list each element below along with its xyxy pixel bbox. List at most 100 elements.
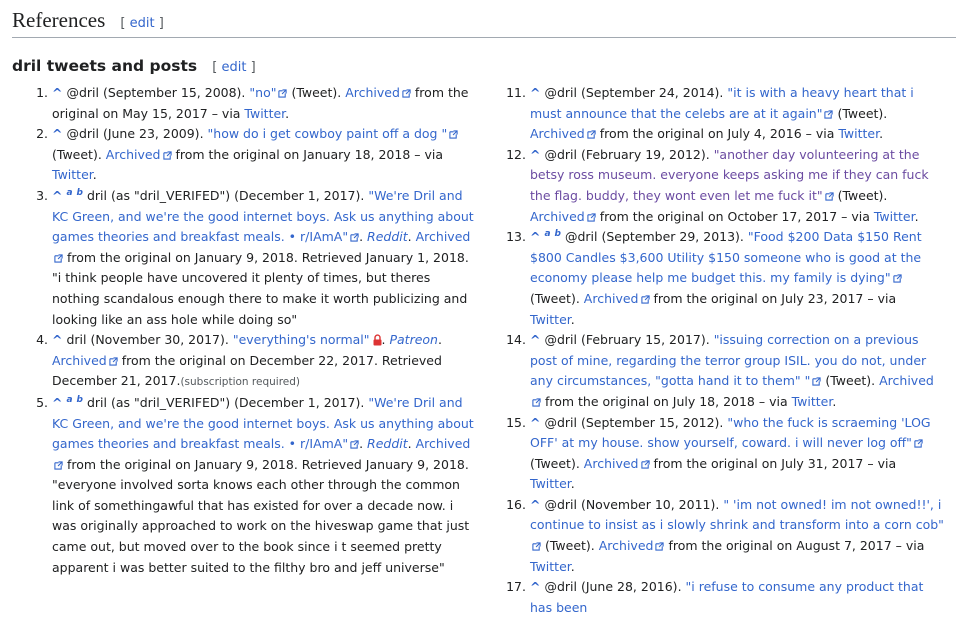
reference-number: 11. [506,85,526,100]
external-link-icon [587,130,596,139]
external-link-icon [587,212,596,222]
backlink-caret[interactable]: ^ [530,332,540,347]
citation-text: . [407,229,416,245]
citation-text: @dril (February 15, 2017). [540,332,714,348]
external-link-icon [655,542,665,551]
citation-text: from the original on October 17, 2017 – … [595,208,874,224]
backlink-caret[interactable]: ^ [52,126,62,141]
backlink-caret[interactable]: ^ [530,415,540,430]
tweet-title-link[interactable]: "no" [249,85,276,100]
citation-text: from the original on July 23, 2017 – via [649,290,897,306]
citation-text: . [437,332,442,348]
archived-link[interactable]: Archived [599,538,654,553]
page: References [ edit ] dril tweets and post… [0,0,978,615]
backlink-caret[interactable]: ^ [530,85,540,100]
external-link-icon [162,151,172,160]
external-link-icon [109,357,118,366]
twitter-link[interactable]: Twitter [530,312,571,327]
backlink-caret[interactable]: ^ [530,497,540,512]
lock-icon [373,334,382,346]
reference-item: 13. ^ a b @dril (September 29, 2013). "F… [506,227,944,330]
patreon-link[interactable]: Patreon [389,332,438,347]
edit-subsection-link[interactable]: edit [221,60,246,75]
external-link-icon [914,439,923,448]
edit-bracket-open: [ [212,60,218,75]
archived-link[interactable]: Archived [530,209,585,224]
citation-text: . [359,229,368,245]
twitter-link[interactable]: Twitter [244,106,285,121]
citation-text: from the original on January 9, 2018. Re… [52,456,470,575]
citation-text: dril (November 30, 2017). [62,332,233,348]
citation-text: . [570,558,575,574]
external-link-icon [402,89,411,98]
edit-bracket-open: [ [120,16,126,31]
reference-item: 11. ^ @dril (September 24, 2014). "it is… [506,83,944,145]
archived-link[interactable]: Archived [416,229,471,244]
citation-text: (Tweet). [52,146,106,162]
backlink-a[interactable]: a [66,188,72,198]
subscription-note: (subscription required) [180,376,301,389]
subsection-title: dril tweets and posts [12,57,198,75]
backlink-caret[interactable]: ^ [52,188,62,203]
archived-link[interactable]: Archived [584,456,639,471]
backlink-caret[interactable]: ^ [52,332,62,347]
citation-text: . [92,167,97,183]
backlink-a[interactable]: a [544,229,550,239]
reference-number: 3. [36,187,48,203]
edit-section-control: [ edit ] [120,16,163,31]
twitter-link[interactable]: Twitter [52,167,93,182]
archived-link[interactable]: Archived [106,147,161,162]
twitter-link[interactable]: Twitter [874,209,915,224]
twitter-link[interactable]: Twitter [530,476,571,491]
citation-text: (Tweet). [287,85,346,100]
reference-number: 13. [506,229,526,245]
citation-text: (Tweet). [821,373,880,389]
external-link-icon [54,461,63,470]
archived-link[interactable]: Archived [345,85,400,100]
citation-text: dril (as "dril_VERIFED") (December 1, 20… [82,187,369,203]
reference-number: 14. [506,332,526,348]
twitter-link[interactable]: Twitter [792,394,833,409]
twitter-link[interactable]: Twitter [838,126,879,141]
reference-number: 12. [506,146,526,162]
reference-item: 4. ^ dril (November 30, 2017). "everythi… [36,330,478,393]
backlink-a[interactable]: a [66,395,72,405]
citation-text: @dril (June 23, 2009). [62,126,208,142]
reference-number: 5. [36,394,48,410]
citation-text: @dril (February 19, 2012). [540,146,714,162]
reddit-link[interactable]: Reddit [367,229,408,244]
citation-text: @dril (June 28, 2016). [540,579,686,595]
reference-number: 17. [506,579,526,595]
references-heading: References [ edit ] [12,8,956,38]
citation-text: . [570,476,575,492]
archived-link[interactable]: Archived [584,291,639,306]
external-link-icon [892,274,902,283]
citation-text: . [285,105,290,121]
edit-bracket-close: ] [158,16,164,31]
twitter-link[interactable]: Twitter [530,559,571,574]
external-link-icon [54,254,63,263]
archived-link[interactable]: Archived [879,373,934,388]
archived-link[interactable]: Archived [530,126,585,141]
edit-bracket-close: ] [250,60,256,75]
citation-text: . [407,436,416,452]
patreon-title-link[interactable]: "everything's normal" [233,332,370,347]
archived-link[interactable]: Archived [52,353,107,368]
backlink-caret[interactable]: ^ [52,85,62,100]
backlink-caret[interactable]: ^ [530,579,540,594]
edit-references-link[interactable]: edit [130,16,155,31]
citation-text: (Tweet). [530,455,584,471]
reference-number: 4. [36,332,48,348]
reference-number: 2. [36,126,48,142]
citation-text: from the original on August 7, 2017 – vi… [664,538,925,554]
reference-item: 15. ^ @dril (September 15, 2012). "who t… [506,413,944,495]
references-column-left: 1. ^ @dril (September 15, 2008). "no" (T… [36,83,478,578]
archived-link[interactable]: Archived [416,436,471,451]
citation-text: dril (as "dril_VERIFED") (December 1, 20… [82,394,369,410]
tweet-title-link[interactable]: "how do i get cowboy paint off a dog " [208,126,448,141]
backlink-caret[interactable]: ^ [530,147,540,162]
backlink-caret[interactable]: ^ [52,395,62,410]
citation-text: from the original on July 31, 2017 – via [649,455,897,471]
backlink-caret[interactable]: ^ [530,229,540,244]
reddit-link[interactable]: Reddit [367,436,408,451]
